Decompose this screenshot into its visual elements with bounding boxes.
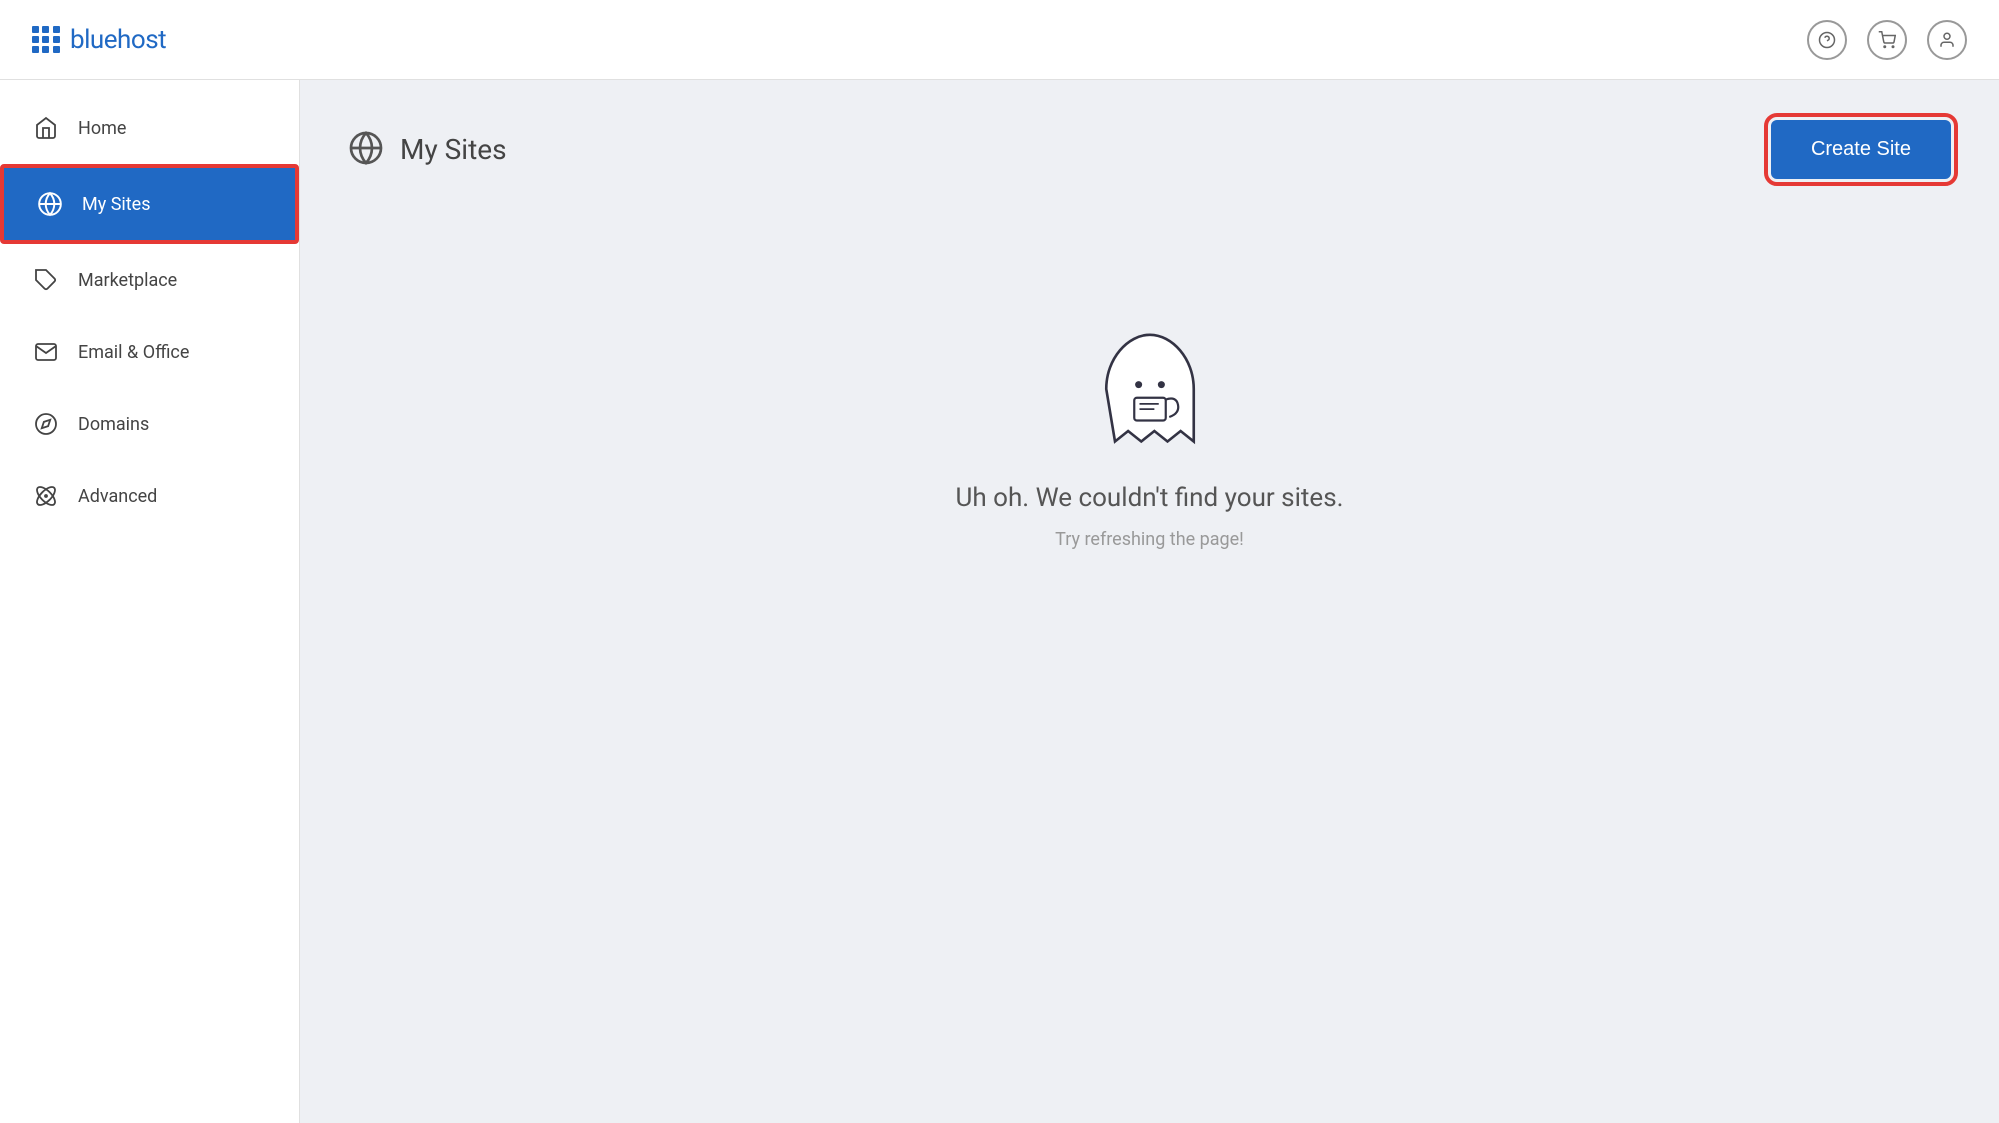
empty-state-subtitle: Try refreshing the page! bbox=[1055, 529, 1244, 550]
main-content: My Sites Create Site Uh oh. We could bbox=[300, 80, 1999, 1123]
mail-icon bbox=[32, 338, 60, 366]
page-title: My Sites bbox=[400, 133, 507, 166]
sidebar-item-marketplace[interactable]: Marketplace bbox=[0, 244, 299, 316]
ghost-illustration bbox=[1080, 319, 1220, 459]
sidebar-item-home[interactable]: Home bbox=[0, 92, 299, 164]
logo-text: bluehost bbox=[70, 25, 166, 55]
page-header: My Sites Create Site bbox=[348, 120, 1951, 179]
empty-state-title: Uh oh. We couldn't find your sites. bbox=[955, 483, 1343, 513]
sidebar-item-marketplace-label: Marketplace bbox=[78, 270, 177, 291]
user-button[interactable] bbox=[1927, 20, 1967, 60]
sidebar-item-my-sites[interactable]: My Sites bbox=[0, 164, 299, 244]
logo[interactable]: bluehost bbox=[32, 25, 166, 55]
sidebar-item-domains[interactable]: Domains bbox=[0, 388, 299, 460]
wordpress-icon bbox=[36, 190, 64, 218]
sidebar-item-my-sites-label: My Sites bbox=[82, 194, 150, 215]
header-icons bbox=[1807, 20, 1967, 60]
sidebar-item-email-office[interactable]: Email & Office bbox=[0, 316, 299, 388]
sidebar-item-advanced[interactable]: Advanced bbox=[0, 460, 299, 532]
cart-button[interactable] bbox=[1867, 20, 1907, 60]
create-site-button[interactable]: Create Site bbox=[1771, 120, 1951, 179]
sidebar: Home My Sites Marketplace Email & Office bbox=[0, 80, 300, 1123]
empty-state: Uh oh. We couldn't find your sites. Try … bbox=[348, 239, 1951, 630]
logo-grid-icon bbox=[32, 26, 60, 54]
page-wp-icon bbox=[348, 130, 384, 170]
compass-icon bbox=[32, 410, 60, 438]
page-title-area: My Sites bbox=[348, 130, 507, 170]
header: bluehost bbox=[0, 0, 1999, 80]
home-icon bbox=[32, 114, 60, 142]
sidebar-item-home-label: Home bbox=[78, 118, 126, 139]
tag-icon bbox=[32, 266, 60, 294]
sidebar-item-domains-label: Domains bbox=[78, 414, 149, 435]
help-button[interactable] bbox=[1807, 20, 1847, 60]
layout: Home My Sites Marketplace Email & Office bbox=[0, 80, 1999, 1123]
atom-icon bbox=[32, 482, 60, 510]
sidebar-item-advanced-label: Advanced bbox=[78, 486, 157, 507]
sidebar-item-email-label: Email & Office bbox=[78, 342, 189, 363]
